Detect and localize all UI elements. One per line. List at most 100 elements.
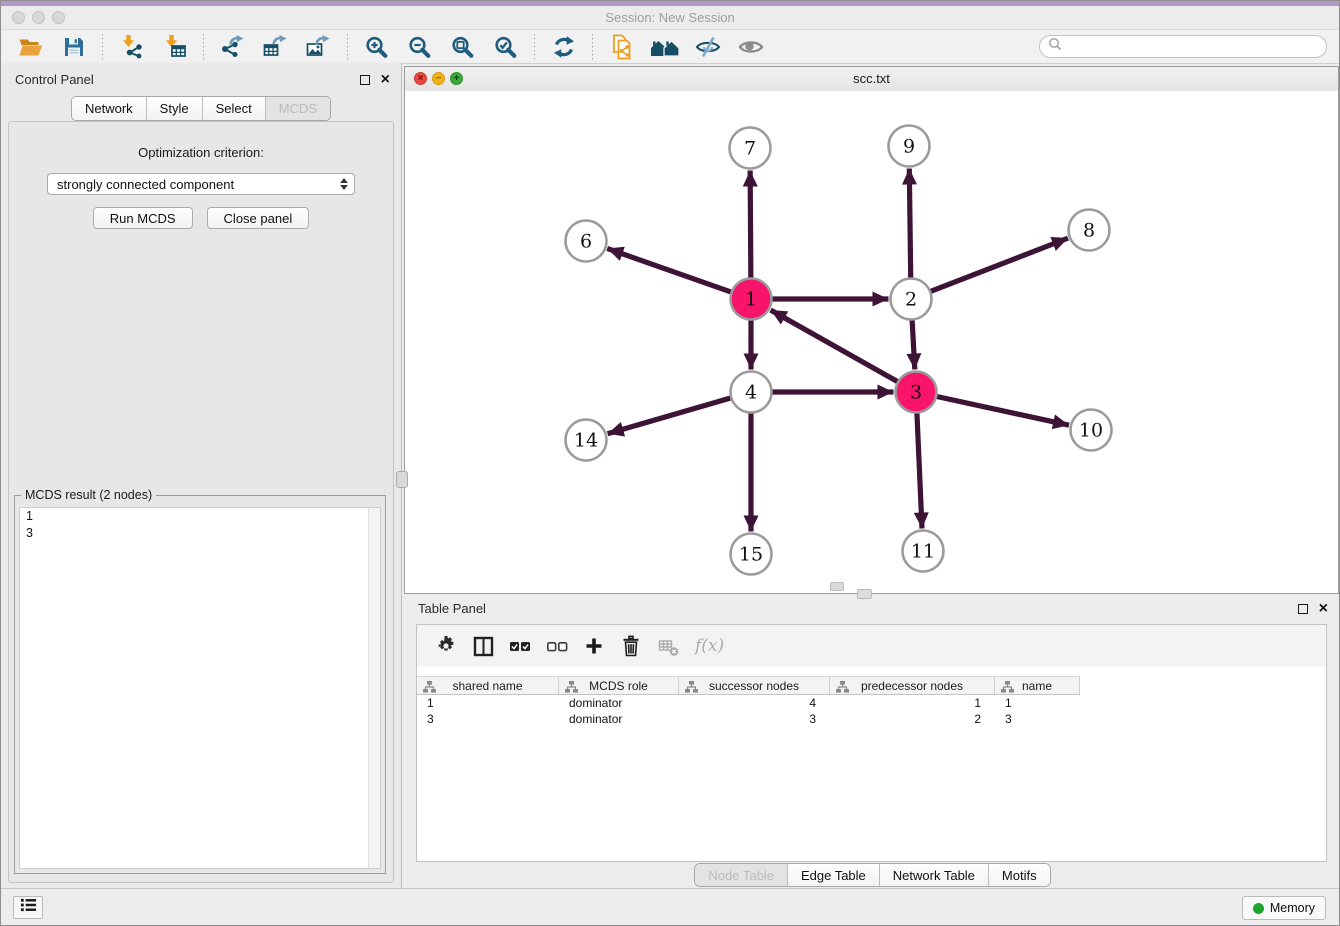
criterion-select[interactable]: strongly connected component [47,173,355,195]
window-title: Session: New Session [1,6,1339,29]
svg-text:f(x): f(x) [694,636,724,656]
mcds-result-box[interactable]: 13 [19,507,381,869]
node-7[interactable]: 7 [730,128,771,169]
edge-3-10[interactable] [935,396,1069,425]
node-label: 8 [1083,220,1095,242]
node-6[interactable]: 6 [566,221,607,262]
export-table-button[interactable] [259,33,292,61]
zoom-in-button[interactable] [360,33,393,61]
add-column-button[interactable] [579,631,609,661]
edge-2-8[interactable] [929,238,1068,292]
close-panel-icon[interactable]: × [381,74,390,86]
zoom-out-button[interactable] [403,33,436,61]
tab-node-table[interactable]: Node Table [695,864,787,886]
node-15[interactable]: 15 [731,534,772,575]
tab-network-table[interactable]: Network Table [879,864,988,886]
application-window: Session: New Session Control Panel × Net… [0,0,1340,926]
network-graph[interactable]: 7 9 6 8 1 2 4 3 14 10 15 11 [405,91,1338,593]
column-header-label: name [1022,679,1052,693]
tab-network[interactable]: Network [72,97,146,120]
horizontal-splitter-handle[interactable] [857,589,872,599]
node-2[interactable]: 2 [891,279,932,320]
import-table-button[interactable] [158,33,191,61]
edge-2-3[interactable] [912,318,915,369]
node-11[interactable]: 11 [903,531,944,572]
select-all-button[interactable] [505,631,535,661]
node-3[interactable]: 3 [896,372,937,413]
float-panel-icon[interactable] [360,75,370,85]
status-bar: Memory [1,888,1339,925]
zoom-fit-button[interactable] [446,33,479,61]
delete-table-button [653,631,683,661]
window-controls [12,11,65,24]
first-neighbors-button[interactable] [648,33,681,61]
search-icon [1048,37,1062,56]
close-window-button[interactable] [12,11,25,24]
network-window-titlebar[interactable]: scc.txt [405,67,1338,92]
save-session-button[interactable] [57,33,90,61]
control-panel: Control Panel × NetworkStyleSelectMCDS O… [1,63,402,891]
cell: 1 [830,695,995,711]
import-network-button[interactable] [115,33,148,61]
run-mcds-button[interactable]: Run MCDS [93,207,193,229]
edge-1-7[interactable] [750,170,751,279]
node-14[interactable]: 14 [566,420,607,461]
memory-button[interactable]: Memory [1242,896,1326,920]
panel-splitter-handle[interactable] [396,471,408,488]
tab-mcds[interactable]: MCDS [265,97,330,120]
close-panel-button[interactable]: Close panel [207,207,310,229]
table-row[interactable]: 1dominator411 [417,695,1326,711]
column-header-shared-name[interactable]: shared name [417,676,559,695]
node-9[interactable]: 9 [889,126,930,167]
network-canvas[interactable]: 7 9 6 8 1 2 4 3 14 10 15 11 [405,91,1338,593]
hide-selected-button[interactable] [691,33,724,61]
minimize-window-button[interactable] [32,11,45,24]
cell: 1 [995,695,1080,711]
result-scrollbar[interactable] [368,508,380,868]
node-label: 14 [574,430,598,452]
tab-edge-table[interactable]: Edge Table [787,864,879,886]
zoom-selected-button[interactable] [489,33,522,61]
delete-column-button[interactable] [616,631,646,661]
edge-3-11[interactable] [917,411,922,528]
export-network-button[interactable] [216,33,249,61]
column-header-predecessor-nodes[interactable]: predecessor nodes [830,676,995,695]
deselect-all-button[interactable] [542,631,572,661]
edge-3-1[interactable] [771,310,899,382]
task-history-button[interactable] [13,896,43,919]
table-row[interactable]: 3dominator323 [417,711,1326,727]
refresh-layout-button[interactable] [547,33,580,61]
column-header-mcds-role[interactable]: MCDS role [559,676,679,695]
close-table-panel-icon[interactable]: × [1319,603,1328,615]
canvas-resize-handle[interactable] [830,582,844,591]
mcds-panel: Optimization criterion: strongly connect… [8,121,394,883]
node-label: 3 [910,382,922,404]
cell: 3 [417,711,559,727]
tab-style[interactable]: Style [146,97,202,120]
edge-4-14[interactable] [608,397,733,433]
search-box[interactable] [1039,35,1327,58]
column-header-successor-nodes[interactable]: successor nodes [679,676,830,695]
node-1[interactable]: 1 [731,279,772,320]
edge-2-9[interactable] [909,168,910,279]
node-10[interactable]: 10 [1071,410,1112,451]
show-graphics-details-button [734,33,767,61]
search-input[interactable] [1062,38,1318,55]
float-table-panel-icon[interactable] [1298,604,1308,614]
export-image-button[interactable] [302,33,335,61]
column-header-label: predecessor nodes [861,679,963,693]
table-panel-title: Table Panel [418,601,486,616]
edge-1-6[interactable] [607,248,732,292]
toggle-column-display-button[interactable] [468,631,498,661]
open-session-button[interactable] [14,33,47,61]
toolbar-separator [102,34,103,60]
column-header-name[interactable]: name [995,676,1080,695]
table-options-button[interactable] [431,631,461,661]
tab-select[interactable]: Select [202,97,265,120]
table-panel-body: f(x) shared nameMCDS rolesuccessor nodes… [416,624,1327,862]
maximize-window-button[interactable] [52,11,65,24]
node-8[interactable]: 8 [1069,210,1110,251]
tab-motifs[interactable]: Motifs [988,864,1050,886]
node-4[interactable]: 4 [731,372,772,413]
new-network-from-selection-button[interactable] [605,33,638,61]
